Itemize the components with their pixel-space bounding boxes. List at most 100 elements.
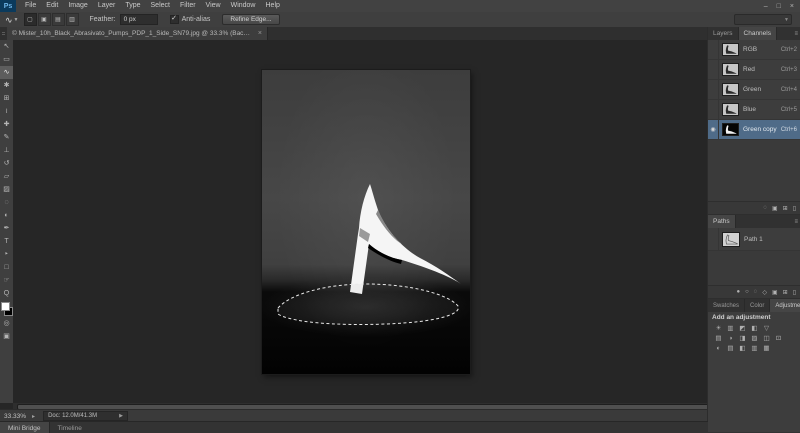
foreground-color-swatch[interactable] bbox=[1, 302, 10, 311]
chevron-down-icon[interactable]: ▼ bbox=[14, 17, 19, 23]
tab-layers[interactable]: Layers bbox=[708, 27, 739, 40]
healing-brush-tool[interactable]: ✚ bbox=[0, 118, 13, 131]
menu-file[interactable]: File bbox=[20, 0, 41, 12]
panel-menu-icon[interactable]: ≡ bbox=[794, 27, 800, 40]
dodge-tool[interactable]: ◐ bbox=[0, 209, 13, 222]
add-mask-icon[interactable]: ▣ bbox=[772, 289, 778, 296]
lasso-tool[interactable]: ∿ bbox=[0, 66, 13, 79]
visibility-eye-well[interactable] bbox=[708, 80, 719, 99]
zoom-level-field[interactable]: 33.33% bbox=[0, 413, 32, 420]
feather-input[interactable]: 0 px bbox=[120, 14, 158, 25]
screen-mode-button[interactable]: ▣ bbox=[0, 330, 13, 343]
marquee-tool[interactable]: ▭ bbox=[0, 53, 13, 66]
visibility-eye-well[interactable] bbox=[708, 40, 719, 59]
eraser-tool[interactable]: ▱ bbox=[0, 170, 13, 183]
crop-tool[interactable]: ⊞ bbox=[0, 92, 13, 105]
document-image[interactable] bbox=[262, 70, 470, 374]
path-row-path-1[interactable]: Path 1 bbox=[708, 228, 800, 251]
color-lookup-icon[interactable]: ⊡ bbox=[774, 334, 783, 343]
panel-menu-icon[interactable]: ≡ bbox=[794, 215, 800, 228]
refine-edge-button[interactable]: Refine Edge... bbox=[222, 14, 279, 25]
channel-row-green[interactable]: Green Ctrl+4 bbox=[708, 80, 800, 100]
tab-adjustments[interactable]: Adjustments bbox=[770, 299, 800, 312]
history-brush-tool[interactable]: ↺ bbox=[0, 157, 13, 170]
channel-mixer-icon[interactable]: ◫ bbox=[762, 334, 771, 343]
new-selection-mode-button[interactable]: ▢ bbox=[24, 13, 37, 26]
clone-stamp-tool[interactable]: ⊥ bbox=[0, 144, 13, 157]
chevron-down-icon: ▼ bbox=[784, 17, 789, 23]
menu-filter[interactable]: Filter bbox=[175, 0, 201, 12]
brush-tool[interactable]: ✎ bbox=[0, 131, 13, 144]
hand-tool[interactable]: ☞ bbox=[0, 274, 13, 287]
visibility-eye-well[interactable] bbox=[708, 100, 719, 119]
levels-icon[interactable]: ▥ bbox=[726, 324, 735, 333]
tab-color[interactable]: Color bbox=[745, 299, 770, 312]
visibility-eye-well[interactable] bbox=[708, 60, 719, 79]
zoom-tool[interactable]: Q bbox=[0, 287, 13, 300]
stroke-path-icon[interactable]: ○ bbox=[745, 289, 749, 295]
channel-row-red[interactable]: Red Ctrl+3 bbox=[708, 60, 800, 80]
path-as-selection-icon[interactable]: ◌ bbox=[754, 289, 758, 295]
close-icon[interactable]: × bbox=[790, 3, 794, 10]
minimize-icon[interactable]: – bbox=[764, 3, 768, 10]
curves-icon[interactable]: ◩ bbox=[738, 324, 747, 333]
pen-tool[interactable]: ✒ bbox=[0, 222, 13, 235]
photo-filter-icon[interactable]: ▨ bbox=[750, 334, 759, 343]
visibility-eye-icon[interactable]: ◉ bbox=[708, 120, 719, 139]
menu-view[interactable]: View bbox=[201, 0, 226, 12]
channel-row-green-copy[interactable]: ◉ Green copy Ctrl+6 bbox=[708, 120, 800, 140]
gradient-tool[interactable]: ▨ bbox=[0, 183, 13, 196]
canvas-area[interactable] bbox=[13, 40, 707, 403]
menu-layer[interactable]: Layer bbox=[93, 0, 121, 12]
invert-icon[interactable]: ◐ bbox=[714, 344, 723, 353]
workspace-switcher[interactable]: ▼ bbox=[734, 14, 792, 25]
antialias-checkbox[interactable]: ✓ bbox=[170, 15, 179, 24]
tab-channels[interactable]: Channels bbox=[739, 27, 777, 40]
intersect-selection-mode-button[interactable]: ▥ bbox=[66, 13, 79, 26]
menu-type[interactable]: Type bbox=[120, 0, 145, 12]
subtract-selection-mode-button[interactable]: ▤ bbox=[52, 13, 65, 26]
exposure-icon[interactable]: ◧ bbox=[750, 324, 759, 333]
blur-tool[interactable]: ◌ bbox=[0, 196, 13, 209]
menu-select[interactable]: Select bbox=[146, 0, 175, 12]
quick-selection-tool[interactable]: ✱ bbox=[0, 79, 13, 92]
save-selection-as-channel-icon[interactable]: ▣ bbox=[772, 205, 778, 212]
status-arrow-icon[interactable]: ▶ bbox=[119, 412, 123, 420]
menu-edit[interactable]: Edit bbox=[41, 0, 63, 12]
menu-help[interactable]: Help bbox=[261, 0, 285, 12]
black-white-icon[interactable]: ◨ bbox=[738, 334, 747, 343]
vibrance-icon[interactable]: ▽ bbox=[762, 324, 771, 333]
posterize-icon[interactable]: ▤ bbox=[726, 344, 735, 353]
load-channel-selection-icon[interactable]: ◌ bbox=[763, 205, 767, 211]
timeline-button[interactable]: Timeline bbox=[50, 422, 90, 433]
menu-window[interactable]: Window bbox=[226, 0, 261, 12]
delete-channel-icon[interactable]: ▯ bbox=[793, 205, 796, 212]
document-tab[interactable]: © Mister_10h_Black_Abrasivato_Pumps_PDP_… bbox=[7, 27, 268, 40]
path-selection-tool[interactable]: ‣ bbox=[0, 248, 13, 261]
menu-image[interactable]: Image bbox=[63, 0, 92, 12]
threshold-icon[interactable]: ◧ bbox=[738, 344, 747, 353]
selective-color-icon[interactable]: ▦ bbox=[762, 344, 771, 353]
eyedropper-tool[interactable]: ≀ bbox=[0, 105, 13, 118]
move-tool[interactable]: ↖ bbox=[0, 40, 13, 53]
gradient-map-icon[interactable]: ▥ bbox=[750, 344, 759, 353]
tab-paths[interactable]: Paths bbox=[708, 215, 736, 228]
hue-saturation-icon[interactable]: ▤ bbox=[714, 334, 723, 343]
type-tool[interactable]: T bbox=[0, 235, 13, 248]
restore-icon[interactable]: □ bbox=[777, 3, 781, 10]
channel-row-rgb[interactable]: RGB Ctrl+2 bbox=[708, 40, 800, 60]
fill-path-icon[interactable]: ● bbox=[737, 289, 741, 295]
color-balance-icon[interactable]: ◑ bbox=[726, 334, 735, 343]
tab-swatches[interactable]: Swatches bbox=[708, 299, 745, 312]
brightness-contrast-icon[interactable]: ☀ bbox=[714, 324, 723, 333]
add-selection-mode-button[interactable]: ▣ bbox=[38, 13, 51, 26]
new-path-icon[interactable]: ⊞ bbox=[783, 289, 788, 296]
close-tab-icon[interactable]: × bbox=[258, 30, 262, 37]
channel-row-blue[interactable]: Blue Ctrl+5 bbox=[708, 100, 800, 120]
quick-mask-button[interactable]: ◎ bbox=[0, 317, 13, 330]
delete-path-icon[interactable]: ▯ bbox=[793, 289, 796, 296]
mini-bridge-button[interactable]: Mini Bridge bbox=[0, 422, 50, 433]
make-work-path-icon[interactable]: ◇ bbox=[762, 289, 767, 296]
shape-tool[interactable]: □ bbox=[0, 261, 13, 274]
new-channel-icon[interactable]: ⊞ bbox=[783, 205, 788, 212]
